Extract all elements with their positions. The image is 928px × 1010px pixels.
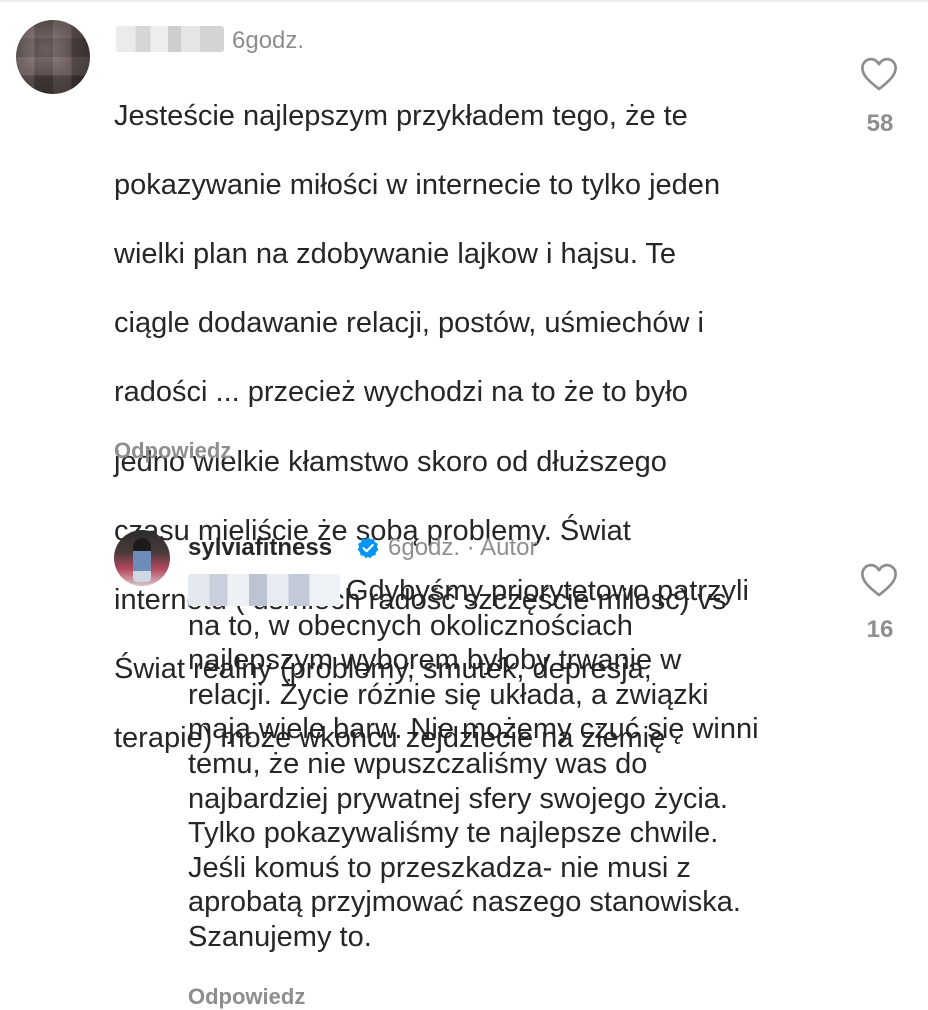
verified-badge-icon	[357, 537, 379, 559]
comment-line: Szanujemy to.	[188, 920, 372, 953]
comment-line: Jesteście najlepszym przykładem tego, że…	[114, 99, 688, 132]
comment-line: relacji. Życie różnie się układa, a zwią…	[188, 678, 709, 711]
like-count[interactable]: 58	[852, 110, 908, 138]
comment-line: mają wiele barw. Nie możemy czuć się win…	[188, 713, 759, 746]
comment-line: Gdybyśmy priorytetowo patrzyli	[346, 575, 749, 607]
like-count[interactable]: 16	[852, 616, 908, 644]
meta-separator: ·	[466, 534, 475, 561]
comment-meta: 6godz. · Autor	[388, 534, 537, 562]
blurred-username[interactable]	[116, 26, 224, 52]
comment-line: ciągle dodawanie relacji, postów, uśmiec…	[114, 307, 704, 340]
reply-button[interactable]: Odpowiedz	[188, 984, 305, 1010]
reply-button[interactable]: Odpowiedz	[114, 438, 231, 464]
comment-line: na to, w obecnych okolicznościach	[188, 609, 633, 642]
comment-line: wielki plan na zdobywanie lajkow i hajsu…	[114, 237, 677, 270]
comment-timestamp: 6godz.	[388, 534, 461, 561]
avatar[interactable]	[114, 530, 170, 586]
comment-timestamp: 6godz.	[232, 27, 305, 54]
author-label: Autor	[480, 534, 538, 561]
comment-line: radości ... przecież wychodzi na to że t…	[114, 376, 688, 409]
comment-line: Jeśli komuś to przeszkadza- nie musi z	[188, 851, 691, 884]
comment-line: najbardziej prywatnej sfery swojego życi…	[188, 782, 728, 815]
comment-line: Tylko pokazywaliśmy te najlepsze chwile.	[188, 817, 719, 850]
comment-line: pokazywanie miłości w internecie to tylk…	[114, 168, 721, 201]
comment-text: Gdybyśmy priorytetowo patrzyli na to, w …	[188, 574, 848, 955]
heart-icon[interactable]	[860, 562, 898, 598]
avatar[interactable]	[16, 20, 90, 94]
top-divider	[0, 0, 928, 2]
username[interactable]: sylviafitness	[188, 534, 332, 562]
comment-line: temu, że nie wpuszczaliśmy was do	[188, 747, 648, 780]
comment-line: aprobatą przyjmować naszego stanowiska.	[188, 886, 741, 919]
comment-line: najlepszym wyborem byłoby trwanie w	[188, 644, 682, 677]
heart-icon[interactable]	[860, 56, 898, 92]
